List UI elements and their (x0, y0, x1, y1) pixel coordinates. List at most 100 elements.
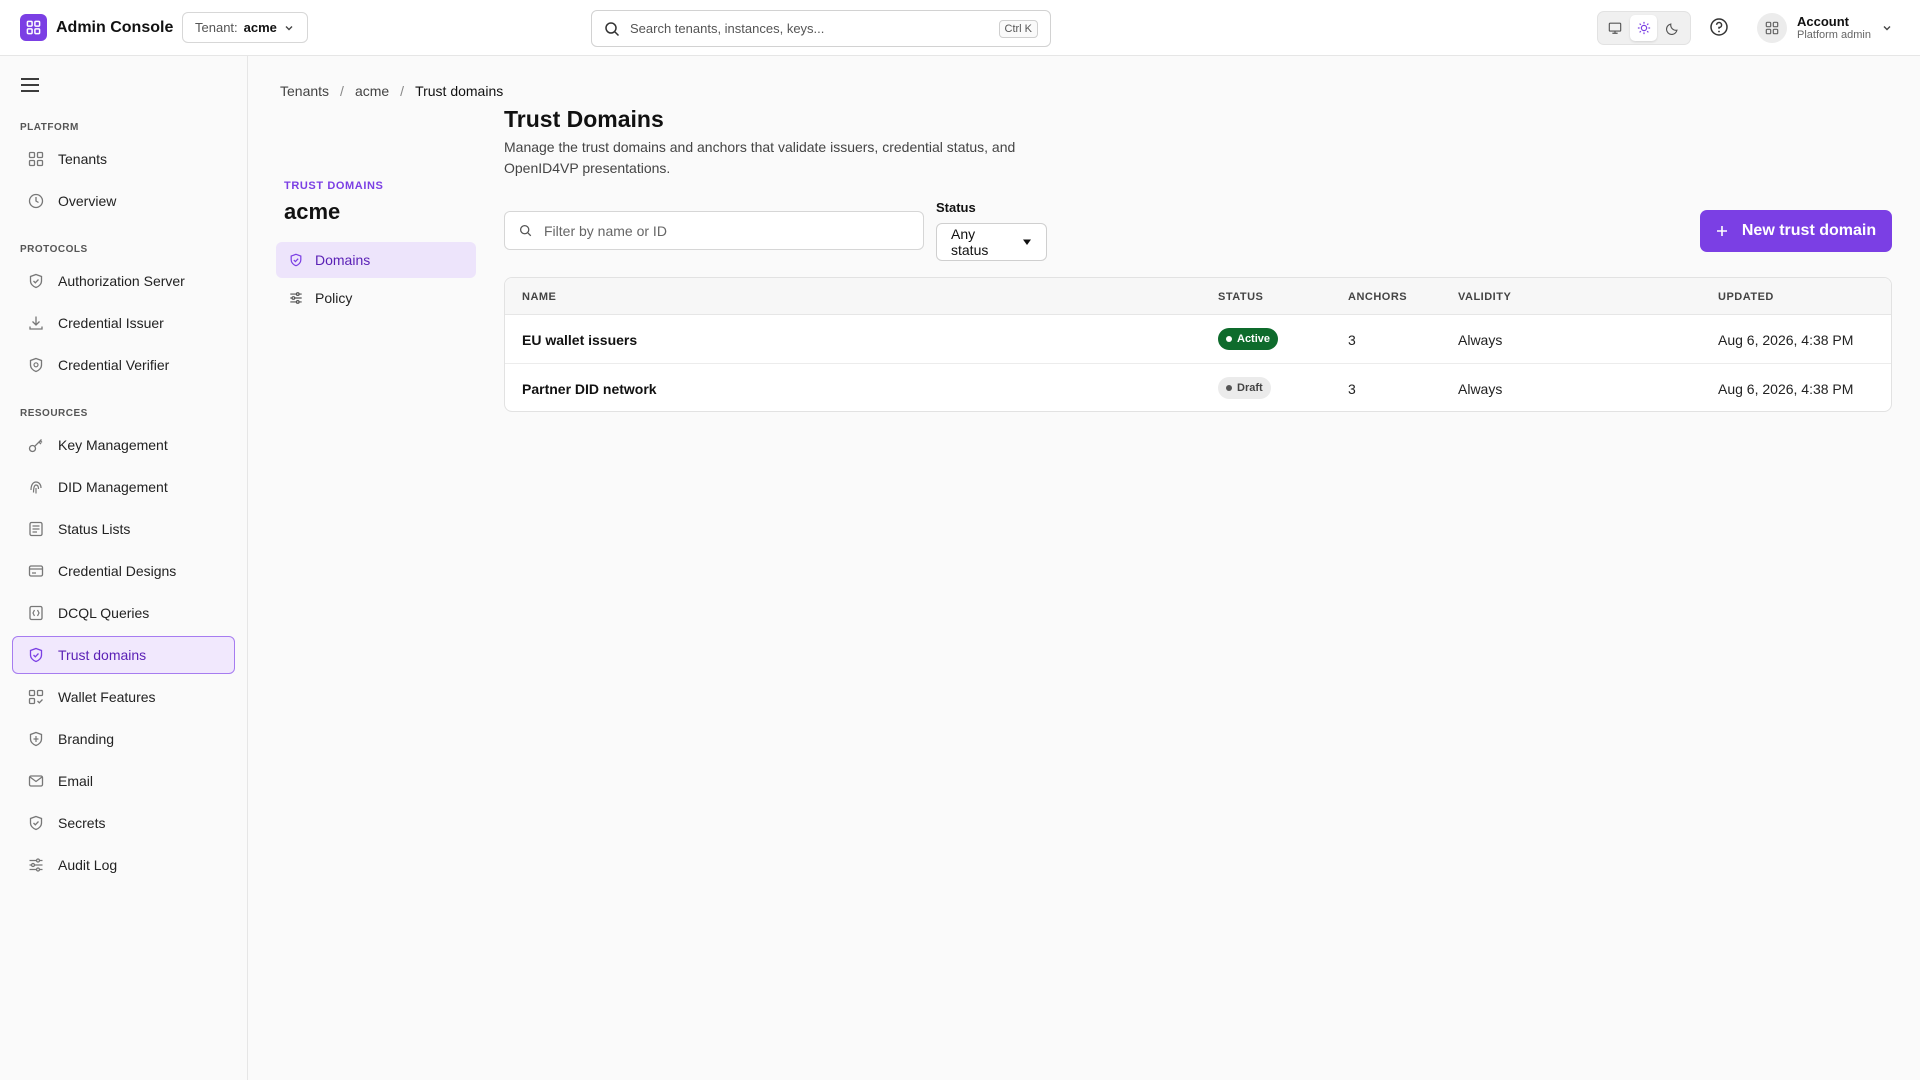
table-row[interactable]: Partner DID network Draft 3 Always Aug 6… (505, 364, 1891, 411)
sidebar-item-label: Tenants (58, 151, 108, 167)
cell-updated: Aug 6, 2026, 4:38 PM (1718, 332, 1854, 348)
filter-input[interactable]: Filter by name or ID (504, 211, 924, 250)
breadcrumb-acme[interactable]: acme (355, 83, 389, 99)
sidebar-item-label: Trust domains (58, 647, 147, 663)
tenant-value: acme (243, 20, 277, 35)
sidebar-item-trust-domains[interactable]: Trust domains (12, 636, 235, 674)
cell-validity: Always (1458, 332, 1503, 348)
sidebar: PLATFORM PROTOCOLS RESOURCES Tenants Ove… (0, 56, 248, 1080)
top-bar: Admin Console Tenant: acme Search tenant… (0, 0, 1920, 56)
sidebar-section-protocols: PROTOCOLS (20, 244, 88, 255)
cell-name[interactable]: Partner DID network (522, 381, 657, 397)
column-header-updated[interactable]: UPDATED (1718, 291, 1774, 303)
app-title: Admin Console (56, 18, 174, 36)
sidebar-item-label: DCQL Queries (58, 605, 150, 621)
table-header: NAME STATUS ANCHORS VALIDITY UPDATED (505, 278, 1891, 315)
status-filter-value: Any status (951, 226, 989, 258)
badge-icon (28, 731, 44, 747)
help-icon[interactable] (1709, 17, 1729, 37)
sidebar-item-audit-log[interactable]: Audit Log (12, 846, 235, 884)
brand[interactable]: Admin Console (20, 14, 173, 41)
theme-toggle (1597, 11, 1691, 45)
chevron-down-icon (1881, 22, 1893, 34)
tenant-selector[interactable]: Tenant: acme (182, 12, 308, 43)
sliders-icon (28, 857, 44, 873)
subnav-item-label: Policy (315, 290, 353, 306)
mail-icon (28, 773, 44, 789)
sidebar-item-dcql-queries[interactable]: DCQL Queries (12, 594, 235, 632)
page-description: Manage the trust domains and anchors tha… (504, 139, 1016, 176)
moon-icon[interactable] (1659, 15, 1686, 41)
sidebar-item-label: Email (58, 773, 94, 789)
new-trust-domain-label: New trust domain (1741, 222, 1877, 239)
sidebar-item-label: Credential Issuer (58, 315, 164, 331)
sidebar-item-email[interactable]: Email (12, 762, 235, 800)
breadcrumb: Tenants / acme / Trust domains (280, 83, 503, 99)
menu-icon[interactable] (20, 77, 40, 93)
sidebar-item-authorization-server[interactable]: Authorization Server (12, 262, 235, 300)
table-row[interactable]: EU wallet issuers Active 3 Always Aug 6,… (505, 315, 1891, 364)
search-icon (604, 21, 620, 37)
subnav-title: acme (284, 199, 341, 224)
sidebar-item-credential-designs[interactable]: Credential Designs (12, 552, 235, 590)
breadcrumb-separator: / (340, 83, 344, 99)
plus-icon (1716, 225, 1728, 237)
shield-check-icon (28, 647, 44, 663)
breadcrumb-current: Trust domains (415, 83, 504, 99)
status-badge-label: Draft (1237, 382, 1263, 394)
sidebar-item-credential-issuer[interactable]: Credential Issuer (12, 304, 235, 342)
status-dot-icon (1226, 336, 1232, 342)
sidebar-item-overview[interactable]: Overview (12, 182, 235, 220)
page-title: Trust Domains (504, 106, 664, 132)
sidebar-item-wallet-features[interactable]: Wallet Features (12, 678, 235, 716)
shield-check-icon (28, 357, 44, 373)
trust-domains-table: NAME STATUS ANCHORS VALIDITY UPDATED EU … (504, 277, 1892, 412)
chevron-down-icon (283, 22, 295, 34)
subnav-item-domains[interactable]: Domains (276, 242, 476, 278)
sidebar-item-label: Credential Designs (58, 563, 177, 579)
sidebar-item-label: Audit Log (58, 857, 118, 873)
status-dot-icon (1226, 385, 1232, 391)
monitor-icon[interactable] (1602, 15, 1629, 41)
query-icon (28, 605, 44, 621)
sun-icon[interactable] (1630, 15, 1658, 41)
cell-name[interactable]: EU wallet issuers (522, 332, 637, 348)
column-header-validity[interactable]: VALIDITY (1458, 291, 1511, 303)
caret-down-icon (1022, 237, 1032, 247)
list-icon (28, 521, 44, 537)
new-trust-domain-button[interactable]: New trust domain (1700, 210, 1892, 252)
search-icon (519, 224, 532, 237)
account-menu[interactable]: Account Platform admin (1757, 13, 1893, 43)
status-filter-select[interactable]: Any status (936, 223, 1047, 261)
tenant-label: Tenant: (195, 20, 238, 35)
avatar (1757, 13, 1787, 43)
sidebar-item-tenants[interactable]: Tenants (12, 140, 235, 178)
sidebar-item-status-lists[interactable]: Status Lists (12, 510, 235, 548)
sidebar-item-branding[interactable]: Branding (12, 720, 235, 758)
sidebar-item-did-management[interactable]: DID Management (12, 468, 235, 506)
sidebar-item-label: Branding (58, 731, 115, 747)
breadcrumb-tenants[interactable]: Tenants (280, 83, 329, 99)
fingerprint-icon (28, 479, 44, 495)
account-role: Platform admin (1797, 29, 1871, 41)
column-header-anchors[interactable]: ANCHORS (1348, 291, 1407, 303)
breadcrumb-separator: / (400, 83, 405, 99)
status-badge: Active (1218, 328, 1279, 350)
grid-check-icon (28, 689, 44, 705)
subnav-item-policy[interactable]: Policy (276, 280, 476, 316)
shield-icon (28, 273, 44, 289)
sidebar-section-resources: RESOURCES (20, 408, 88, 419)
cell-validity: Always (1458, 381, 1503, 397)
sidebar-item-credential-verifier[interactable]: Credential Verifier (12, 346, 235, 384)
account-text: Account Platform admin (1797, 14, 1871, 42)
sidebar-item-label: Status Lists (58, 521, 131, 537)
column-header-status[interactable]: STATUS (1218, 291, 1263, 303)
sliders-icon (289, 291, 303, 305)
global-search-input[interactable]: Search tenants, instances, keys... Ctrl … (591, 10, 1051, 47)
sidebar-item-key-management[interactable]: Key Management (12, 426, 235, 464)
column-header-name[interactable]: NAME (522, 291, 556, 303)
shield-check-icon (28, 815, 44, 831)
sidebar-item-secrets[interactable]: Secrets (12, 804, 235, 842)
subnav-item-label: Domains (315, 252, 371, 268)
sidebar-item-label: Credential Verifier (58, 357, 170, 373)
